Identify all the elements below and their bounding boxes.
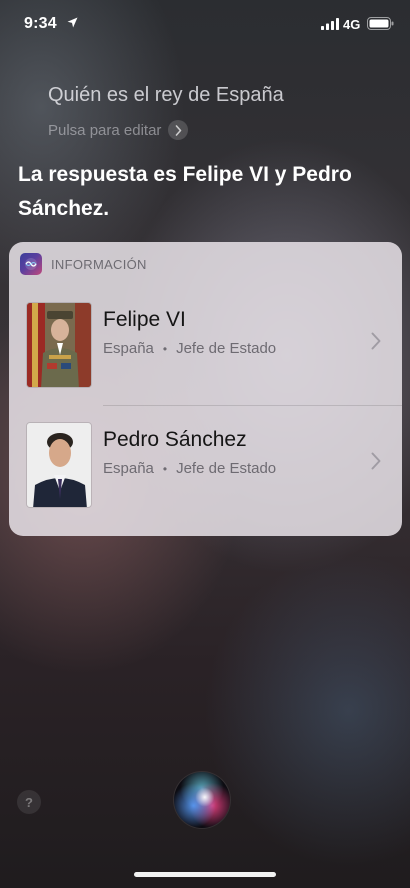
query-text[interactable]: Quién es el rey de España bbox=[48, 84, 284, 107]
card-header: INFORMACIÓN bbox=[20, 253, 147, 275]
result-role: Jefe de Estado bbox=[176, 460, 277, 477]
separator-dot: • bbox=[162, 461, 168, 476]
result-name: Pedro Sánchez bbox=[103, 428, 247, 451]
result-country: España bbox=[103, 340, 154, 357]
result-row-felipe-vi[interactable]: Felipe VI España • Jefe de Estado bbox=[9, 292, 402, 402]
information-card: INFORMACIÓN Felipe VI España • Jefe de E bbox=[9, 242, 402, 536]
edit-label: Pulsa para editar bbox=[48, 121, 162, 139]
home-indicator[interactable] bbox=[134, 872, 276, 877]
chevron-right-icon bbox=[371, 332, 381, 350]
status-bar: 9:34 4G bbox=[0, 0, 410, 50]
edit-query-button[interactable]: Pulsa para editar bbox=[48, 120, 189, 140]
location-arrow-icon bbox=[67, 17, 78, 28]
result-name: Felipe VI bbox=[103, 308, 186, 331]
help-icon: ? bbox=[25, 794, 33, 810]
felipe-vi-photo bbox=[26, 302, 92, 388]
siri-orb-icon[interactable] bbox=[174, 772, 230, 828]
row-divider bbox=[103, 405, 402, 406]
siri-app-icon bbox=[20, 253, 42, 275]
answer-text: La respuesta es Felipe VI y Pedro Sánche… bbox=[18, 163, 352, 220]
status-time: 9:34 bbox=[24, 15, 57, 32]
chevron-right-icon bbox=[371, 452, 381, 470]
result-meta: España • Jefe de Estado bbox=[103, 460, 276, 477]
result-row-pedro-sanchez[interactable]: Pedro Sánchez España • Jefe de Estado bbox=[9, 412, 402, 522]
separator-dot: • bbox=[162, 341, 168, 356]
result-role: Jefe de Estado bbox=[176, 340, 277, 357]
result-country: España bbox=[103, 460, 154, 477]
cellular-signal-icon bbox=[321, 18, 339, 30]
chevron-right-icon bbox=[168, 120, 189, 140]
result-meta: España • Jefe de Estado bbox=[103, 340, 276, 357]
help-button[interactable]: ? bbox=[17, 790, 41, 814]
network-label: 4G bbox=[343, 17, 361, 32]
pedro-sanchez-photo bbox=[26, 422, 92, 508]
card-title: INFORMACIÓN bbox=[51, 256, 147, 272]
battery-icon bbox=[367, 17, 394, 30]
